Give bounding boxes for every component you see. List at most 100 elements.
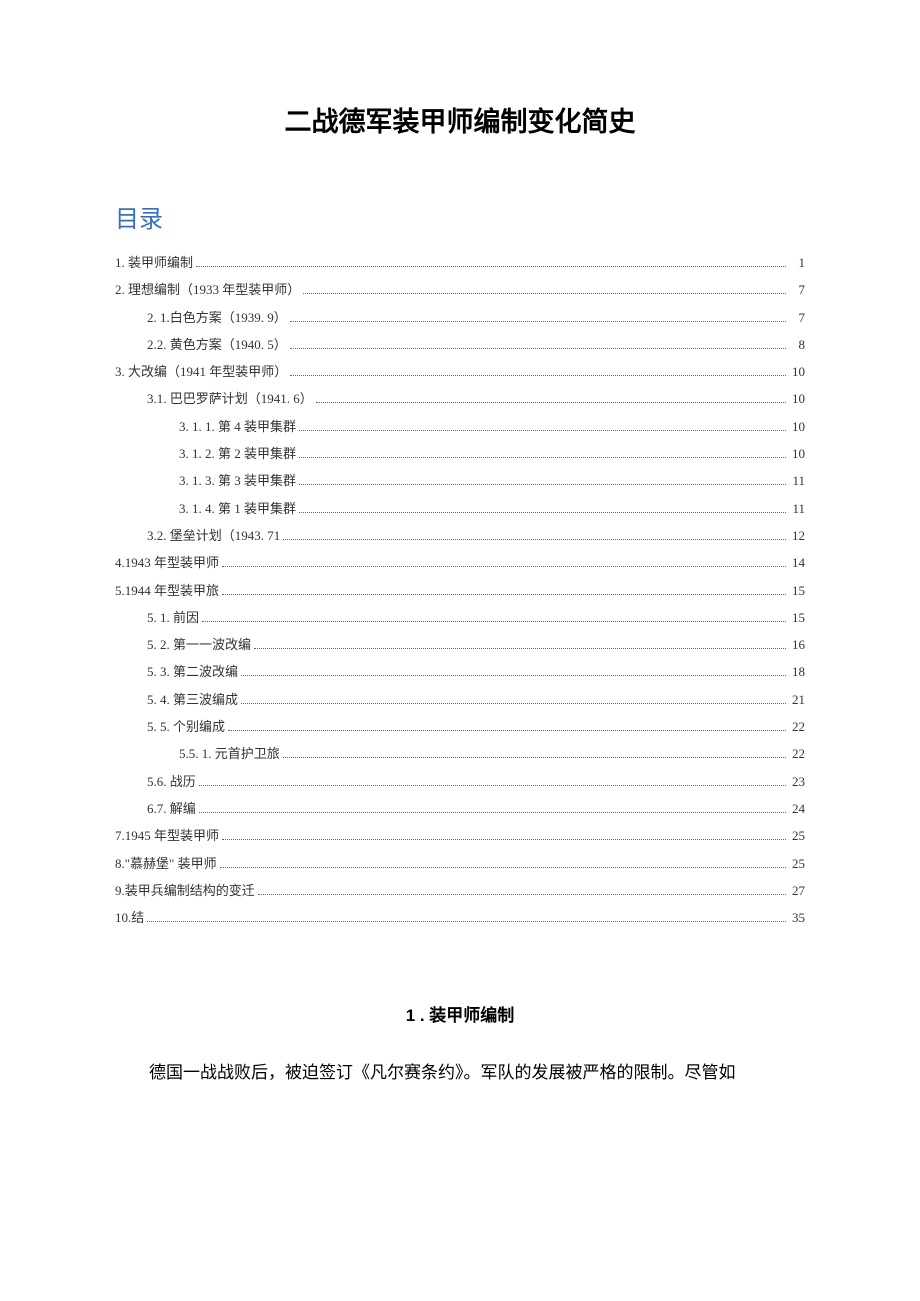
toc-entry-page: 11 — [789, 467, 805, 494]
toc-entry[interactable]: 8. "慕赫堡" 装甲师25 — [115, 850, 805, 877]
toc-entry-label: 6. 战历 — [157, 768, 196, 795]
toc-entry-number: 2. — [147, 331, 157, 358]
toc-entry-number: 5. — [115, 577, 125, 604]
toc-entry-number: 3. — [147, 385, 157, 412]
toc-dots — [290, 321, 786, 322]
toc-entry-page: 7 — [789, 276, 805, 303]
toc-entry[interactable]: 3. 1. 1. 第 4 装甲集群 10 — [115, 413, 805, 440]
toc-entry-number: 3. — [147, 522, 157, 549]
toc-entry-number: 4. — [115, 549, 125, 576]
toc-entry-page: 10 — [789, 440, 805, 467]
toc-entry-number: 3. 1. 3. 第 3 装甲集群 — [179, 467, 296, 494]
toc-entry-label: 7. 解编 — [157, 795, 196, 822]
toc-dots — [241, 703, 786, 704]
toc-entry-page: 12 — [789, 522, 805, 549]
toc-entry-page: 15 — [789, 604, 805, 631]
body-paragraph: 德国一战战败后，被迫签订《凡尔赛条约》。军队的发展被严格的限制。尽管如 — [115, 1056, 805, 1090]
toc-dots — [202, 621, 786, 622]
toc-entry[interactable]: 9. 装甲兵编制结构的变迁 27 — [115, 877, 805, 904]
toc-entry-page: 10 — [789, 385, 805, 412]
toc-dots — [222, 839, 786, 840]
toc-entry-number: 8. — [115, 850, 125, 877]
toc-entry-page: 11 — [789, 495, 805, 522]
toc-entry[interactable]: 6. 7. 解编 24 — [115, 795, 805, 822]
toc-entry-page: 7 — [789, 304, 805, 331]
toc-entry-label: 结 — [131, 904, 144, 931]
toc-entry[interactable]: 5. 5. 个别编成22 — [115, 713, 805, 740]
toc-entry-number: 3. 1. 1. 第 4 装甲集群 — [179, 413, 296, 440]
toc-entry-number: 3. 大改编（1941 年型装甲师） — [115, 358, 287, 385]
toc-entry[interactable]: 5. 2. 第一一波改编 16 — [115, 631, 805, 658]
toc-entry-number: 10. — [115, 904, 131, 931]
toc-dots — [147, 921, 786, 922]
table-of-contents: 1 . 装甲师编制12 . 理想编制（1933 年型装甲师）72. 1. 白色方… — [115, 248, 805, 931]
toc-entry[interactable]: 3. 1. 巴巴罗萨计划（1941. 6） 10 — [115, 385, 805, 412]
toc-dots — [299, 430, 786, 431]
toc-entry[interactable]: 4. 1943 年型装甲师 14 — [115, 549, 805, 576]
toc-entry-page: 10 — [789, 358, 805, 385]
toc-entry-number: 9. — [115, 877, 125, 904]
toc-entry-page: 15 — [789, 577, 805, 604]
toc-entry-number: 3. 1. 2. 第 2 装甲集群 — [179, 440, 296, 467]
toc-entry-page: 1 — [789, 249, 805, 276]
toc-dots — [299, 457, 786, 458]
toc-entry-page: 16 — [789, 631, 805, 658]
toc-dots — [199, 785, 786, 786]
toc-entry-page: 21 — [789, 686, 805, 713]
toc-entry-label: "慕赫堡" 装甲师 — [125, 850, 217, 877]
toc-entry-number: 5. 2. 第一一波改编 — [147, 631, 251, 658]
toc-entry-label: 1943 年型装甲师 — [125, 549, 219, 576]
toc-entry[interactable]: 7. 1945 年型装甲师25 — [115, 822, 805, 849]
toc-entry-page: 25 — [789, 822, 805, 849]
toc-entry-number: 2. 1. — [147, 304, 170, 331]
toc-entry[interactable]: 2 . 理想编制（1933 年型装甲师）7 — [115, 276, 805, 303]
toc-entry[interactable]: 5. 1. 前因15 — [115, 604, 805, 631]
toc-entry[interactable]: 3. 2. 堡垒计划（1943. 71 12 — [115, 522, 805, 549]
toc-entry-label: 5. 1. 元首护卫旅 — [189, 740, 280, 767]
toc-entry[interactable]: 1 . 装甲师编制1 — [115, 249, 805, 276]
toc-entry[interactable]: 5. 6. 战历23 — [115, 768, 805, 795]
toc-entry[interactable]: 3. 1. 4. 第 1 装甲集群11 — [115, 495, 805, 522]
toc-heading: 目录 — [115, 199, 805, 234]
toc-entry[interactable]: 5. 4. 第三波编成21 — [115, 686, 805, 713]
toc-entry-page: 35 — [789, 904, 805, 931]
toc-entry[interactable]: 3. 1. 2. 第 2 装甲集群 10 — [115, 440, 805, 467]
toc-dots — [196, 266, 786, 267]
toc-entry[interactable]: 5. 1944 年型装甲旅15 — [115, 577, 805, 604]
toc-dots — [290, 375, 786, 376]
toc-entry-label: 白色方案（1939. 9） — [170, 304, 287, 331]
toc-entry-label: 装甲兵编制结构的变迁 — [125, 877, 255, 904]
toc-entry-page: 8 — [789, 331, 805, 358]
toc-entry-number: 5. 5. 个别编成 — [147, 713, 225, 740]
toc-entry-label: . 理想编制（1933 年型装甲师） — [122, 276, 301, 303]
toc-entry[interactable]: 2. 2. 黄色方案（1940. 5）8 — [115, 331, 805, 358]
toc-entry-page: 10 — [789, 413, 805, 440]
toc-entry[interactable]: 3. 1. 3. 第 3 装甲集群 11 — [115, 467, 805, 494]
toc-entry-label: 1. 巴巴罗萨计划（1941. 6） — [157, 385, 313, 412]
toc-dots — [283, 539, 786, 540]
toc-entry[interactable]: 5. 3. 第二波改编18 — [115, 658, 805, 685]
toc-entry-page: 24 — [789, 795, 805, 822]
toc-dots — [199, 812, 786, 813]
toc-entry-page: 14 — [789, 549, 805, 576]
toc-dots — [254, 648, 786, 649]
toc-entry-number: 6. — [147, 795, 157, 822]
toc-entry[interactable]: 3. 大改编（1941 年型装甲师） 10 — [115, 358, 805, 385]
toc-entry-number: 5. — [147, 768, 157, 795]
toc-dots — [303, 293, 786, 294]
toc-entry-label: . 装甲师编制 — [122, 249, 194, 276]
toc-entry-page: 27 — [789, 877, 805, 904]
toc-dots — [258, 894, 786, 895]
toc-dots — [299, 512, 786, 513]
toc-dots — [220, 867, 786, 868]
document-title: 二战德军装甲师编制变化简史 — [115, 100, 805, 139]
toc-entry[interactable]: 5. 5. 1. 元首护卫旅22 — [115, 740, 805, 767]
toc-dots — [222, 594, 786, 595]
toc-entry[interactable]: 10. 结 35 — [115, 904, 805, 931]
toc-entry-number: 5. — [179, 740, 189, 767]
toc-entry-label: 2. 堡垒计划（1943. 71 — [157, 522, 281, 549]
toc-dots — [241, 675, 786, 676]
toc-dots — [283, 757, 786, 758]
toc-entry-number: 5. 3. 第二波改编 — [147, 658, 238, 685]
toc-entry[interactable]: 2. 1. 白色方案（1939. 9） 7 — [115, 304, 805, 331]
